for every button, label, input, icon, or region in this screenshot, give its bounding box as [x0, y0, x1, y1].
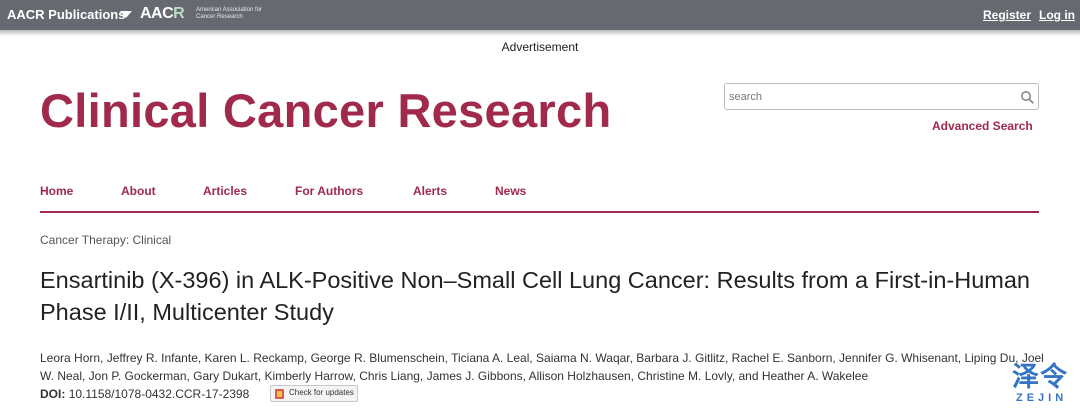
search-icon[interactable]: [1020, 90, 1034, 104]
nav-item-alerts[interactable]: Alerts: [413, 184, 447, 198]
nav-item-news[interactable]: News: [495, 184, 526, 198]
nav-item-home[interactable]: Home: [40, 184, 73, 198]
top-bar-shadow: [0, 30, 1080, 36]
doi-line: DOI: 10.1158/1078-0432.CCR-17-2398: [40, 387, 249, 401]
aacr-logo-subtitle: American Association for Cancer Research: [196, 7, 263, 20]
check-for-updates-label: Check for updates: [289, 388, 354, 397]
aacr-publications-menu[interactable]: AACR Publications: [7, 7, 125, 22]
aacr-logo[interactable]: AACR: [140, 5, 185, 23]
aacr-logo-accent: R: [173, 5, 185, 22]
advanced-search-link[interactable]: Advanced Search: [932, 119, 1033, 133]
article-title: Ensartinib (X-396) in ALK-Positive Non–S…: [40, 267, 1030, 325]
article-section: Cancer Therapy: Clinical: [40, 233, 172, 247]
nav-item-about[interactable]: About: [121, 184, 156, 198]
nav-item-articles[interactable]: Articles: [203, 184, 247, 198]
article-authors: Leora Horn, Jeffrey R. Infante, Karen L.…: [40, 351, 1044, 383]
chevron-down-icon[interactable]: [120, 11, 132, 18]
check-for-updates-button[interactable]: Check for updates: [270, 385, 358, 402]
watermark-chinese: 泽令: [1012, 362, 1068, 392]
crossmark-icon: [275, 389, 284, 399]
nav-item-for-authors[interactable]: For Authors: [295, 184, 363, 198]
zejin-watermark: 泽令 ZEJIN: [1012, 362, 1074, 408]
doi-value[interactable]: 10.1158/1078-0432.CCR-17-2398: [69, 387, 250, 401]
journal-title[interactable]: Clinical Cancer Research: [40, 83, 611, 139]
nav-divider: [40, 211, 1039, 213]
watermark-english: ZEJIN: [1016, 392, 1068, 404]
search-input[interactable]: [729, 88, 1009, 106]
doi-label: DOI:: [40, 387, 66, 401]
top-bar: AACR Publications AACR American Associat…: [0, 0, 1080, 30]
aacr-logo-text: AAC: [140, 5, 174, 22]
advertisement-label: Advertisement: [501, 40, 579, 54]
register-link[interactable]: Register: [983, 8, 1031, 22]
search-box: [724, 83, 1039, 110]
login-link[interactable]: Log in: [1039, 8, 1075, 22]
